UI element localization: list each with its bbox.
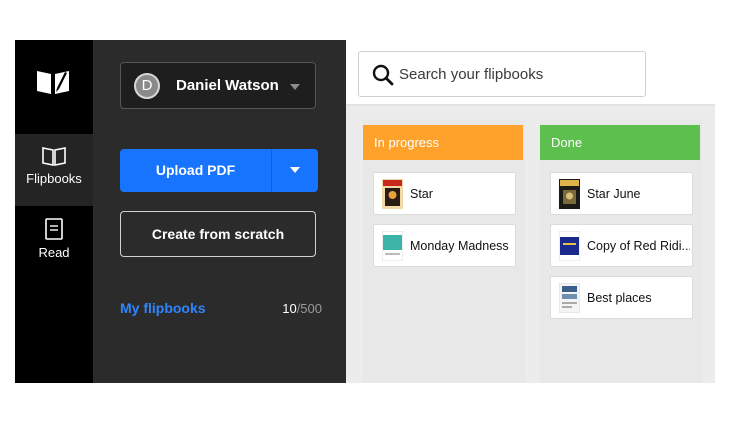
flipbook-card[interactable]: Copy of Red Ridi... <box>550 224 693 267</box>
chevron-down-icon <box>290 84 300 90</box>
search-input[interactable] <box>399 62 635 86</box>
nav-label-flipbooks: Flipbooks <box>26 171 82 186</box>
flipbook-title: Best places <box>587 291 652 305</box>
search-box <box>358 51 646 97</box>
main-content: In progress Star Monday Madness <box>346 40 715 383</box>
flipbook-thumbnail <box>559 283 580 313</box>
app-window: Flipbooks Read D Daniel Watson Upload PD… <box>15 40 715 383</box>
flipbook-card[interactable]: Star June <box>550 172 693 215</box>
flipbook-title: Star <box>410 187 433 201</box>
create-from-scratch-button[interactable]: Create from scratch <box>120 211 316 257</box>
document-icon <box>45 218 63 240</box>
upload-pdf-button[interactable]: Upload PDF <box>120 149 271 192</box>
flipbook-title: Copy of Red Ridi... <box>587 239 690 253</box>
column-header-done: Done <box>540 125 700 160</box>
nav-item-read[interactable]: Read <box>15 206 93 278</box>
book-open-icon <box>42 147 66 166</box>
upload-pdf-split-button: Upload PDF <box>120 149 318 192</box>
flipbook-card[interactable]: Best places <box>550 276 693 319</box>
column-in-progress: In progress Star Monday Madness <box>363 120 525 383</box>
flipbook-count-current: 10 <box>282 301 297 316</box>
flipbook-thumbnail <box>382 179 403 209</box>
flipbook-thumbnail <box>382 231 403 261</box>
nav-rail: Flipbooks Read <box>15 40 93 383</box>
nav-label-read: Read <box>38 245 70 260</box>
search-icon <box>372 64 394 86</box>
user-name: Daniel Watson <box>176 77 279 94</box>
avatar: D <box>134 73 160 99</box>
upload-options-button[interactable] <box>272 149 318 192</box>
nav-item-flipbooks[interactable]: Flipbooks <box>15 134 93 206</box>
account-dropdown[interactable]: D Daniel Watson <box>120 62 316 109</box>
open-book-pen-icon[interactable] <box>35 66 71 96</box>
flipbook-thumbnail <box>559 231 580 261</box>
flipbook-card[interactable]: Star <box>373 172 516 215</box>
side-panel: D Daniel Watson Upload PDF Create from s… <box>93 40 346 383</box>
flipbook-thumbnail <box>559 179 580 209</box>
flipbook-title: Star June <box>587 187 641 201</box>
flipbook-count-total: /500 <box>296 301 322 316</box>
flipbook-count: 10/500 <box>282 301 322 316</box>
search-bar-container <box>346 40 715 106</box>
chevron-down-icon <box>290 167 300 173</box>
my-flipbooks-link[interactable]: My flipbooks <box>120 300 206 316</box>
flipbook-title: Monday Madness <box>410 239 509 253</box>
column-done: Done Star June Copy of Red Ridi... Best … <box>540 120 702 383</box>
flipbook-card[interactable]: Monday Madness <box>373 224 516 267</box>
column-header-in-progress: In progress <box>363 125 523 160</box>
